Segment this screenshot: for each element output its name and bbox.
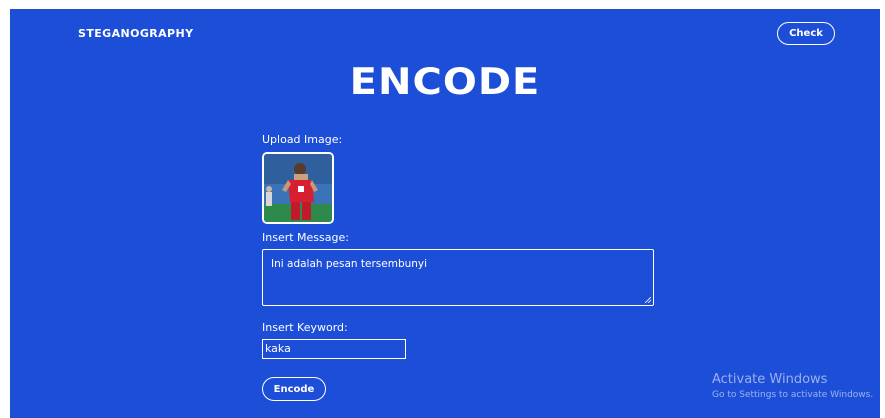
- watermark-title: Activate Windows: [712, 372, 828, 387]
- insert-message-label: Insert Message:: [262, 231, 349, 244]
- message-textarea[interactable]: Ini adalah pesan tersembunyi: [262, 249, 654, 306]
- upload-image-label: Upload Image:: [262, 133, 343, 146]
- insert-keyword-label: Insert Keyword:: [262, 321, 348, 334]
- app-stage: STEGANOGRAPHY Check ENCODE Upload Image:…: [10, 9, 880, 418]
- upload-image-preview[interactable]: [262, 152, 334, 224]
- brand-logo-text[interactable]: STEGANOGRAPHY: [78, 27, 194, 40]
- check-button[interactable]: Check: [777, 22, 835, 45]
- watermark-subtitle: Go to Settings to activate Windows.: [712, 390, 874, 400]
- keyword-input[interactable]: kaka: [262, 339, 406, 359]
- activate-windows-watermark: Activate Windows Go to Settings to activ…: [712, 372, 873, 400]
- resize-grip-icon[interactable]: [645, 297, 651, 303]
- encode-button[interactable]: Encode: [262, 377, 326, 401]
- page-title: ENCODE: [349, 60, 541, 104]
- uploaded-photo-thumbnail: [264, 154, 332, 222]
- message-text: Ini adalah pesan tersembunyi: [271, 258, 428, 270]
